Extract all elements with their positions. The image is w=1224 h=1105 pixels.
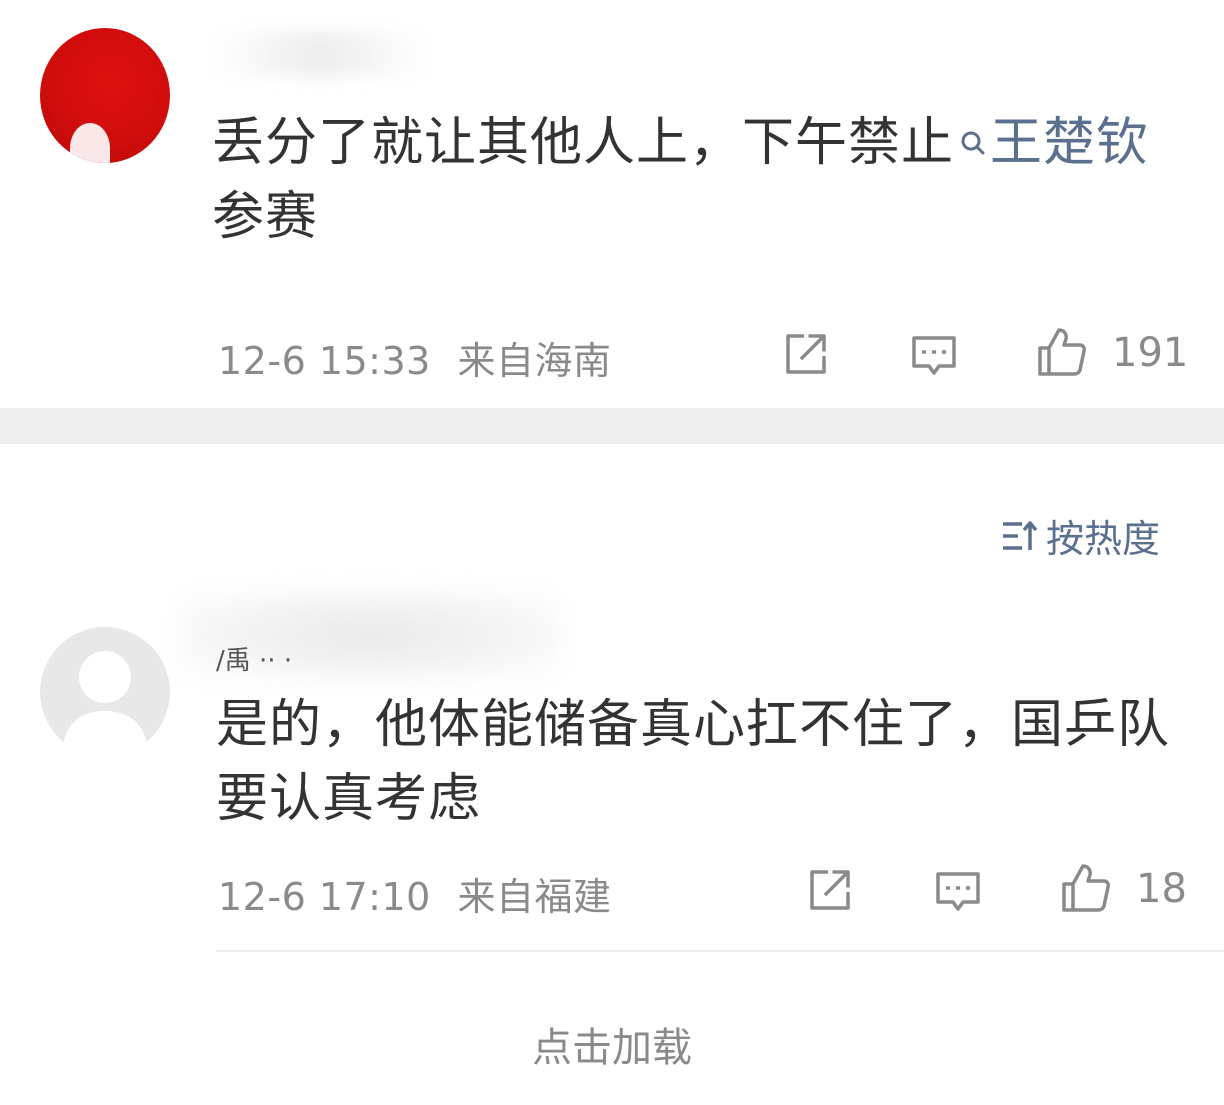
divider xyxy=(216,950,1224,952)
search-icon xyxy=(961,131,985,155)
sort-label[interactable]: 按热度 xyxy=(1046,508,1160,563)
person-icon xyxy=(62,651,148,757)
comment-text: 是的，他体能储备真心扛不住了，国乒队要认真考虑 xyxy=(216,695,1171,829)
comment-location: 来自海南 xyxy=(457,339,612,383)
topic-link[interactable]: 王楚钦 xyxy=(954,113,1149,173)
comment-text: 丢分了就让其他人上，下午禁止 王楚钦 参赛 xyxy=(212,106,1192,254)
comment-meta: 12-6 17:10 来自福建 xyxy=(218,866,611,921)
user-avatar[interactable] xyxy=(40,28,170,163)
thumbs-up-icon[interactable] xyxy=(1060,862,1112,914)
share-icon[interactable] xyxy=(780,328,832,380)
comment-text-part: 丢分了就让其他人上，下午禁止 xyxy=(212,113,955,173)
comment-location: 来自福建 xyxy=(457,875,612,919)
like-count: 18 xyxy=(1136,866,1187,912)
load-more-button[interactable]: 点击加载 xyxy=(0,1015,1224,1073)
username-redacted xyxy=(210,32,430,76)
section-divider xyxy=(0,408,1224,444)
share-icon[interactable] xyxy=(804,864,856,916)
comment-icon[interactable] xyxy=(908,330,960,382)
comment-meta: 12-6 15:33 来自海南 xyxy=(218,330,611,385)
sort-icon xyxy=(1003,520,1038,550)
thumbs-up-icon[interactable] xyxy=(1036,326,1088,378)
username[interactable]: /禹 ·· · xyxy=(216,640,292,677)
comment-time: 12-6 15:33 xyxy=(218,339,431,383)
comment-time: 12-6 17:10 xyxy=(218,875,431,919)
like-count: 191 xyxy=(1112,330,1189,376)
comment-icon[interactable] xyxy=(932,866,984,918)
user-avatar-default[interactable] xyxy=(40,627,170,757)
topic-link-label[interactable]: 王楚钦 xyxy=(990,113,1149,173)
sort-button[interactable]: 按热度 xyxy=(1000,508,1160,563)
comment-text-part: 参赛 xyxy=(212,187,319,247)
